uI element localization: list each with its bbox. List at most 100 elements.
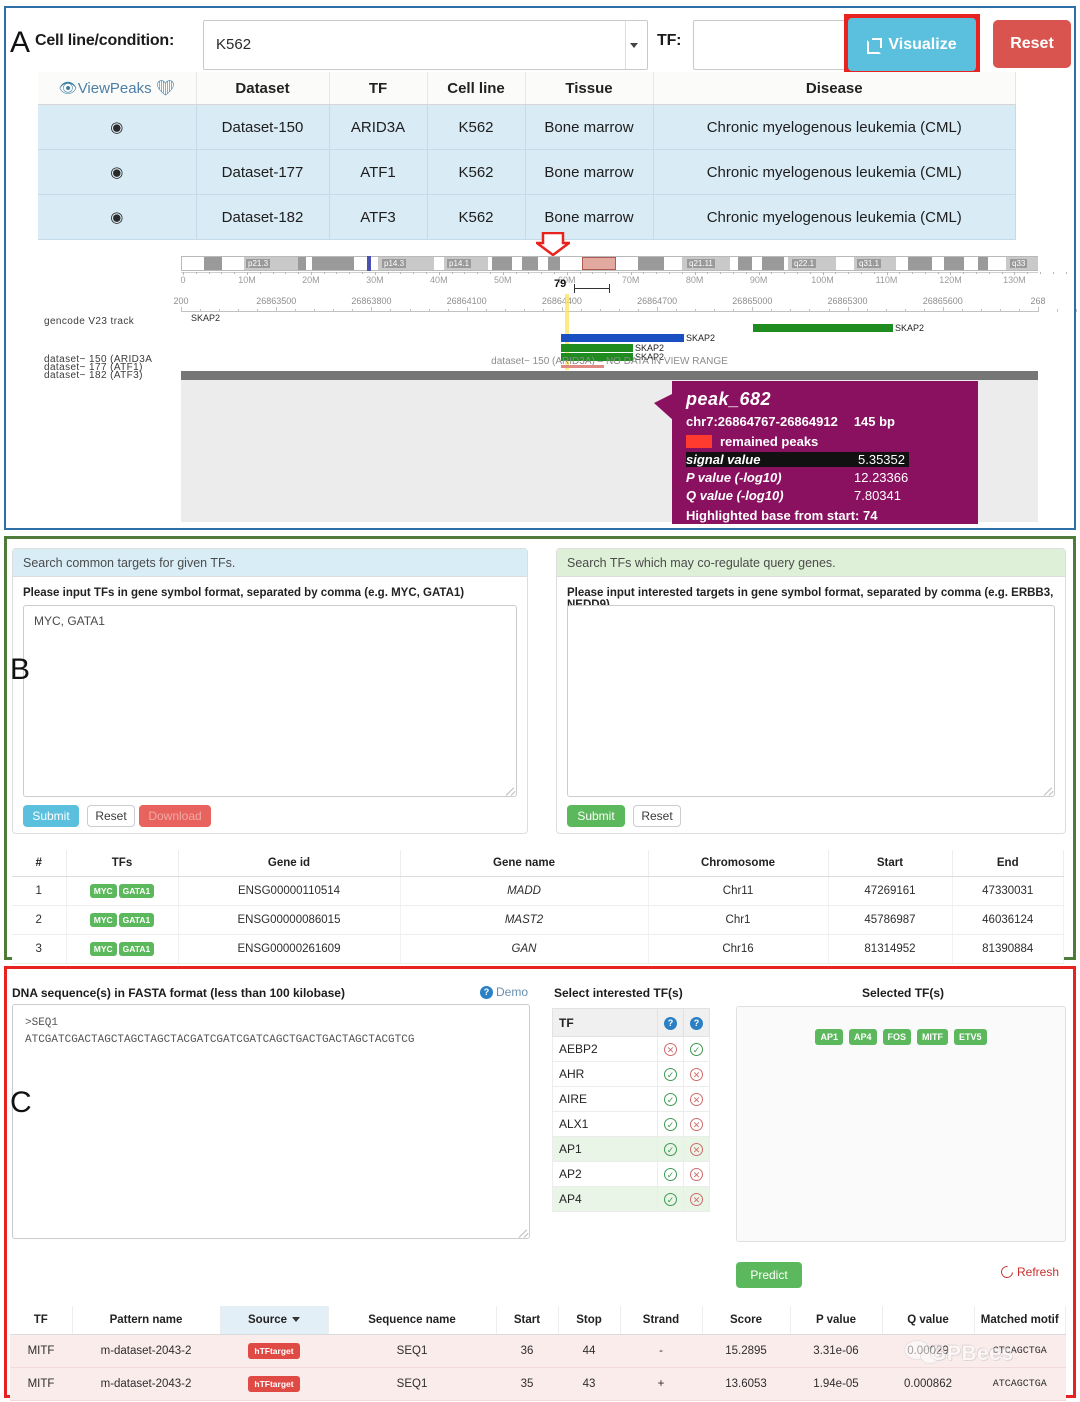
- check-circle-icon[interactable]: ✓: [690, 1043, 703, 1056]
- tf-row-alx1[interactable]: ALX1 ✓ ✕: [552, 1111, 710, 1137]
- question-mark-icon[interactable]: ?: [690, 1017, 703, 1030]
- textarea-resize-handle[interactable]: [520, 1229, 530, 1239]
- cross-circle-icon[interactable]: ✕: [690, 1093, 703, 1106]
- tf-row-ap2[interactable]: AP2 ✓ ✕: [552, 1161, 710, 1187]
- tf-row-aire[interactable]: AIRE ✓ ✕: [552, 1086, 710, 1112]
- check-circle-icon[interactable]: ✓: [664, 1068, 677, 1081]
- col-sequence-name[interactable]: Sequence name: [328, 1306, 497, 1335]
- table-row[interactable]: ◉ Dataset-177 ATF1 K562 Bone marrow Chro…: [38, 149, 1016, 195]
- visualize-button[interactable]: Visualize: [848, 18, 976, 71]
- tf-add-cell[interactable]: ✓: [657, 1186, 684, 1212]
- fasta-textarea[interactable]: [12, 1004, 530, 1239]
- table-row[interactable]: 1 MYC GATA1 ENSG00000110514 MADD Chr11 47…: [12, 876, 1064, 906]
- tf-remove-cell[interactable]: ✕: [683, 1086, 710, 1112]
- eye-icon[interactable]: ◉: [110, 119, 123, 136]
- col-help-right[interactable]: ?: [683, 1008, 710, 1037]
- col-start[interactable]: Start: [828, 850, 953, 877]
- tf-remove-cell[interactable]: ✕: [657, 1036, 684, 1062]
- tf-input-textarea[interactable]: [23, 605, 517, 797]
- table-row[interactable]: 2 MYC GATA1 ENSG00000086015 MAST2 Chr1 45…: [12, 905, 1064, 935]
- col-gene-id[interactable]: Gene id: [178, 850, 401, 877]
- col-pvalue[interactable]: P value: [790, 1306, 883, 1335]
- col-viewpeaks[interactable]: 👁ViewPeaks ❤: [38, 72, 197, 105]
- tf-row-aebp2[interactable]: AEBP2 ✕ ✓: [552, 1036, 710, 1062]
- col-stop[interactable]: Stop: [558, 1306, 621, 1335]
- cell-line-select[interactable]: K562: [203, 20, 648, 70]
- cross-circle-icon[interactable]: ✕: [690, 1068, 703, 1081]
- cross-circle-icon[interactable]: ✕: [690, 1143, 703, 1156]
- col-gene-name[interactable]: Gene name: [400, 850, 649, 877]
- col-end[interactable]: End: [952, 850, 1064, 877]
- table-row[interactable]: MITF m-dataset-2043-2 hTFtarget SEQ1 35 …: [10, 1367, 1066, 1401]
- check-circle-icon[interactable]: ✓: [664, 1118, 677, 1131]
- check-circle-icon[interactable]: ✓: [664, 1143, 677, 1156]
- reset-button[interactable]: Reset: [87, 805, 135, 827]
- cross-circle-icon[interactable]: ✕: [664, 1043, 677, 1056]
- tf-chip[interactable]: GATA1: [118, 942, 155, 956]
- col-dataset[interactable]: Dataset: [196, 72, 330, 105]
- tf-add-cell[interactable]: ✓: [683, 1036, 710, 1062]
- col-tf[interactable]: TF: [552, 1008, 658, 1037]
- col-index[interactable]: #: [12, 850, 67, 877]
- download-button[interactable]: Download: [139, 805, 211, 827]
- demo-link[interactable]: ? Demo: [480, 985, 528, 999]
- chevron-down-icon[interactable]: [625, 21, 641, 69]
- textarea-resize-handle[interactable]: [1045, 787, 1055, 797]
- tf-chip[interactable]: MYC: [89, 942, 117, 956]
- selected-tf-chip[interactable]: AP4: [848, 1029, 877, 1045]
- gene-track-row[interactable]: ←←←←←←←←←←←←←←←←←←←←←←←←←←←←←←←←←←←←←←←←…: [181, 343, 1038, 353]
- tf-chip[interactable]: GATA1: [118, 884, 155, 898]
- col-tf[interactable]: TF: [10, 1306, 73, 1335]
- check-circle-icon[interactable]: ✓: [664, 1093, 677, 1106]
- predict-button[interactable]: Predict: [736, 1262, 802, 1288]
- cross-circle-icon[interactable]: ✕: [690, 1118, 703, 1131]
- refresh-link[interactable]: Refresh: [998, 1263, 1059, 1281]
- gene-track-row[interactable]: ←←←←←←←←←←←←←←←←←←←←←←←←←←←←←←←←←←←←←←←←…: [181, 333, 1038, 343]
- table-row[interactable]: MITF m-dataset-2043-2 hTFtarget SEQ1 36 …: [10, 1334, 1066, 1368]
- tf-chip[interactable]: MYC: [89, 884, 117, 898]
- col-strand[interactable]: Strand: [620, 1306, 703, 1335]
- view-peaks-cell[interactable]: ◉: [38, 104, 197, 150]
- eye-icon[interactable]: ◉: [110, 164, 123, 181]
- col-matched-motif[interactable]: Matched motif: [974, 1306, 1066, 1335]
- tf-chip[interactable]: GATA1: [118, 913, 155, 927]
- col-tfs[interactable]: TFs: [66, 850, 179, 877]
- chromosome-ideogram[interactable]: p21.3 p14.3 p14.1 q21.11 q22.1 q31.1 q33: [181, 256, 1038, 271]
- col-tissue[interactable]: Tissue: [525, 72, 654, 105]
- table-row[interactable]: 3 MYC GATA1 ENSG00000261609 GAN Chr16 813…: [12, 934, 1064, 964]
- tf-row-ap4[interactable]: AP4 ✓ ✕: [552, 1186, 710, 1212]
- tf-add-cell[interactable]: ✓: [657, 1136, 684, 1162]
- col-chromosome[interactable]: Chromosome: [648, 850, 829, 877]
- reset-button[interactable]: Reset: [993, 20, 1071, 68]
- reset-button[interactable]: Reset: [633, 805, 681, 827]
- col-pattern-name[interactable]: Pattern name: [72, 1306, 221, 1335]
- tf-row-ahr[interactable]: AHR ✓ ✕: [552, 1061, 710, 1087]
- col-help-left[interactable]: ?: [657, 1008, 684, 1037]
- tf-add-cell[interactable]: ✓: [657, 1086, 684, 1112]
- tf-remove-cell[interactable]: ✕: [683, 1186, 710, 1212]
- gene-track-row[interactable]: ←←←←←←←←←←←←←←←←←←←←←←←←←←←←←←←←←←←←←←←←…: [181, 313, 1038, 323]
- selected-tf-chip[interactable]: AP1: [815, 1029, 843, 1045]
- textarea-resize-handle[interactable]: [507, 787, 517, 797]
- tf-remove-cell[interactable]: ✕: [683, 1136, 710, 1162]
- view-peaks-cell[interactable]: ◉: [38, 149, 197, 195]
- tf-chip[interactable]: MYC: [89, 913, 117, 927]
- submit-button[interactable]: Submit: [23, 805, 79, 827]
- tf-add-cell[interactable]: ✓: [657, 1061, 684, 1087]
- table-row[interactable]: ◉ Dataset-150 ARID3A K562 Bone marrow Ch…: [38, 104, 1016, 150]
- col-cell-line[interactable]: Cell line: [427, 72, 526, 105]
- submit-button[interactable]: Submit: [567, 805, 625, 827]
- col-tf[interactable]: TF: [329, 72, 428, 105]
- selected-tf-chip[interactable]: ETV5: [954, 1029, 987, 1045]
- check-circle-icon[interactable]: ✓: [664, 1193, 677, 1206]
- tf-remove-cell[interactable]: ✕: [683, 1061, 710, 1087]
- cross-circle-icon[interactable]: ✕: [690, 1193, 703, 1206]
- eye-icon[interactable]: ◉: [110, 209, 123, 226]
- check-circle-icon[interactable]: ✓: [664, 1168, 677, 1181]
- col-score[interactable]: Score: [702, 1306, 791, 1335]
- col-qvalue[interactable]: Q value: [882, 1306, 975, 1335]
- source-chip[interactable]: hTFtarget: [248, 1343, 300, 1359]
- tf-row-ap1[interactable]: AP1 ✓ ✕: [552, 1136, 710, 1162]
- tf-remove-cell[interactable]: ✕: [683, 1161, 710, 1187]
- gene-track-row[interactable]: ←←←←←←←←←←←←←←←←←←←←←←←←←←←←←←←←←←←←←←←←…: [181, 323, 1038, 333]
